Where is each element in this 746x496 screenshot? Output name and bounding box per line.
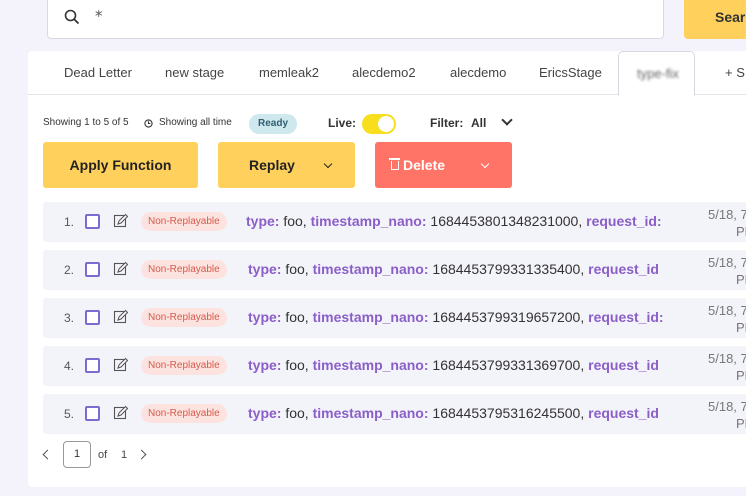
tab-ericsstage[interactable]: EricsStage [539, 65, 602, 80]
non-replayable-badge: Non-Replayable [141, 308, 227, 327]
table-row[interactable]: 4. Non-Replayable type: foo, timestamp_n… [43, 346, 746, 386]
row-payload: type: foo, timestamp_nano: 1684453799319… [248, 309, 664, 325]
row-number: 3. [64, 311, 75, 325]
edit-icon[interactable] [113, 357, 129, 373]
stage-tabs: Dead Letter new stage memleak2 alecdemo2… [28, 51, 746, 96]
non-replayable-badge: Non-Replayable [141, 404, 227, 423]
delete-label: Delete [403, 157, 446, 173]
delete-button[interactable]: Delete [375, 142, 512, 188]
table-row[interactable]: 3. Non-Replayable type: foo, timestamp_n… [43, 298, 746, 338]
table-row[interactable]: 1. Non-Replayable type: foo, timestamp_n… [43, 202, 746, 242]
row-payload: type: foo, timestamp_nano: 1684453799331… [248, 261, 659, 277]
chevron-left-icon[interactable] [42, 449, 53, 460]
filter-select[interactable]: All [471, 116, 486, 130]
row-timestamp: 5/18, 7:5PM [708, 303, 746, 335]
row-number: 4. [64, 359, 75, 373]
search-icon [64, 9, 80, 25]
row-timestamp: 5/18, 7:4PM [708, 399, 746, 431]
page-input[interactable]: 1 [63, 441, 91, 468]
time-range[interactable]: Showing all time [159, 117, 232, 128]
non-replayable-badge: Non-Replayable [141, 260, 227, 279]
tab-active[interactable]: type-fix [618, 51, 695, 96]
row-payload: type: foo, timestamp_nano: 1684453795316… [248, 405, 659, 421]
row-payload: type: foo, timestamp_nano: 1684453799331… [248, 357, 659, 373]
row-timestamp: 5/18, 7:5PM [708, 207, 746, 239]
edit-icon[interactable] [113, 213, 129, 229]
edit-icon[interactable] [113, 309, 129, 325]
pagination-of: of [98, 449, 108, 461]
non-replayable-badge: Non-Replayable [141, 212, 227, 231]
filter-label: Filter: [430, 116, 464, 130]
main-panel: Dead Letter new stage memleak2 alecdemo2… [28, 51, 746, 487]
edit-icon[interactable] [113, 405, 129, 421]
live-toggle[interactable] [362, 114, 396, 134]
row-timestamp: 5/18, 7:5PM [708, 255, 746, 287]
chevron-right-icon[interactable] [136, 449, 147, 460]
row-payload: type: foo, timestamp_nano: 1684453801348… [246, 213, 662, 229]
row-checkbox[interactable] [85, 358, 100, 373]
clock-icon [144, 119, 153, 128]
row-number: 2. [64, 263, 75, 277]
search-input[interactable]: * [47, 0, 664, 39]
tab-dead-letter[interactable]: Dead Letter [64, 65, 132, 80]
row-checkbox[interactable] [85, 214, 100, 229]
row-number: 5. [64, 407, 75, 421]
chevron-down-icon [480, 159, 490, 169]
chevron-down-icon[interactable] [501, 114, 513, 126]
tab-active-label: type-fix [637, 66, 679, 81]
apply-function-button[interactable]: Apply Function [43, 142, 198, 188]
status-badge: Ready [249, 114, 298, 134]
row-number: 1. [64, 215, 75, 229]
row-checkbox[interactable] [85, 310, 100, 325]
page-total: 1 [121, 449, 128, 461]
trash-icon [389, 158, 400, 170]
tab-memleak2[interactable]: memleak2 [259, 65, 319, 80]
row-timestamp: 5/18, 7:5PM [708, 351, 746, 383]
table-row[interactable]: 5. Non-Replayable type: foo, timestamp_n… [43, 394, 746, 434]
search-value: * [95, 7, 103, 25]
tab-alecdemo2[interactable]: alecdemo2 [352, 65, 416, 80]
edit-icon[interactable] [113, 261, 129, 277]
add-tab-button[interactable]: + S [725, 65, 745, 80]
pagination: 1 of 1 [28, 441, 228, 471]
replay-button[interactable]: Replay [218, 142, 355, 188]
row-checkbox[interactable] [85, 262, 100, 277]
live-label: Live: [328, 116, 357, 130]
chevron-down-icon [323, 159, 333, 169]
row-checkbox[interactable] [85, 406, 100, 421]
results-count: Showing 1 to 5 of 5 [43, 117, 129, 128]
non-replayable-badge: Non-Replayable [141, 356, 227, 375]
replay-label: Replay [249, 157, 295, 173]
search-button[interactable]: Sear [684, 0, 746, 39]
toggle-knob [378, 116, 394, 132]
tab-new-stage[interactable]: new stage [165, 65, 224, 80]
tab-alecdemo[interactable]: alecdemo [450, 65, 506, 80]
table-row[interactable]: 2. Non-Replayable type: foo, timestamp_n… [43, 250, 746, 290]
